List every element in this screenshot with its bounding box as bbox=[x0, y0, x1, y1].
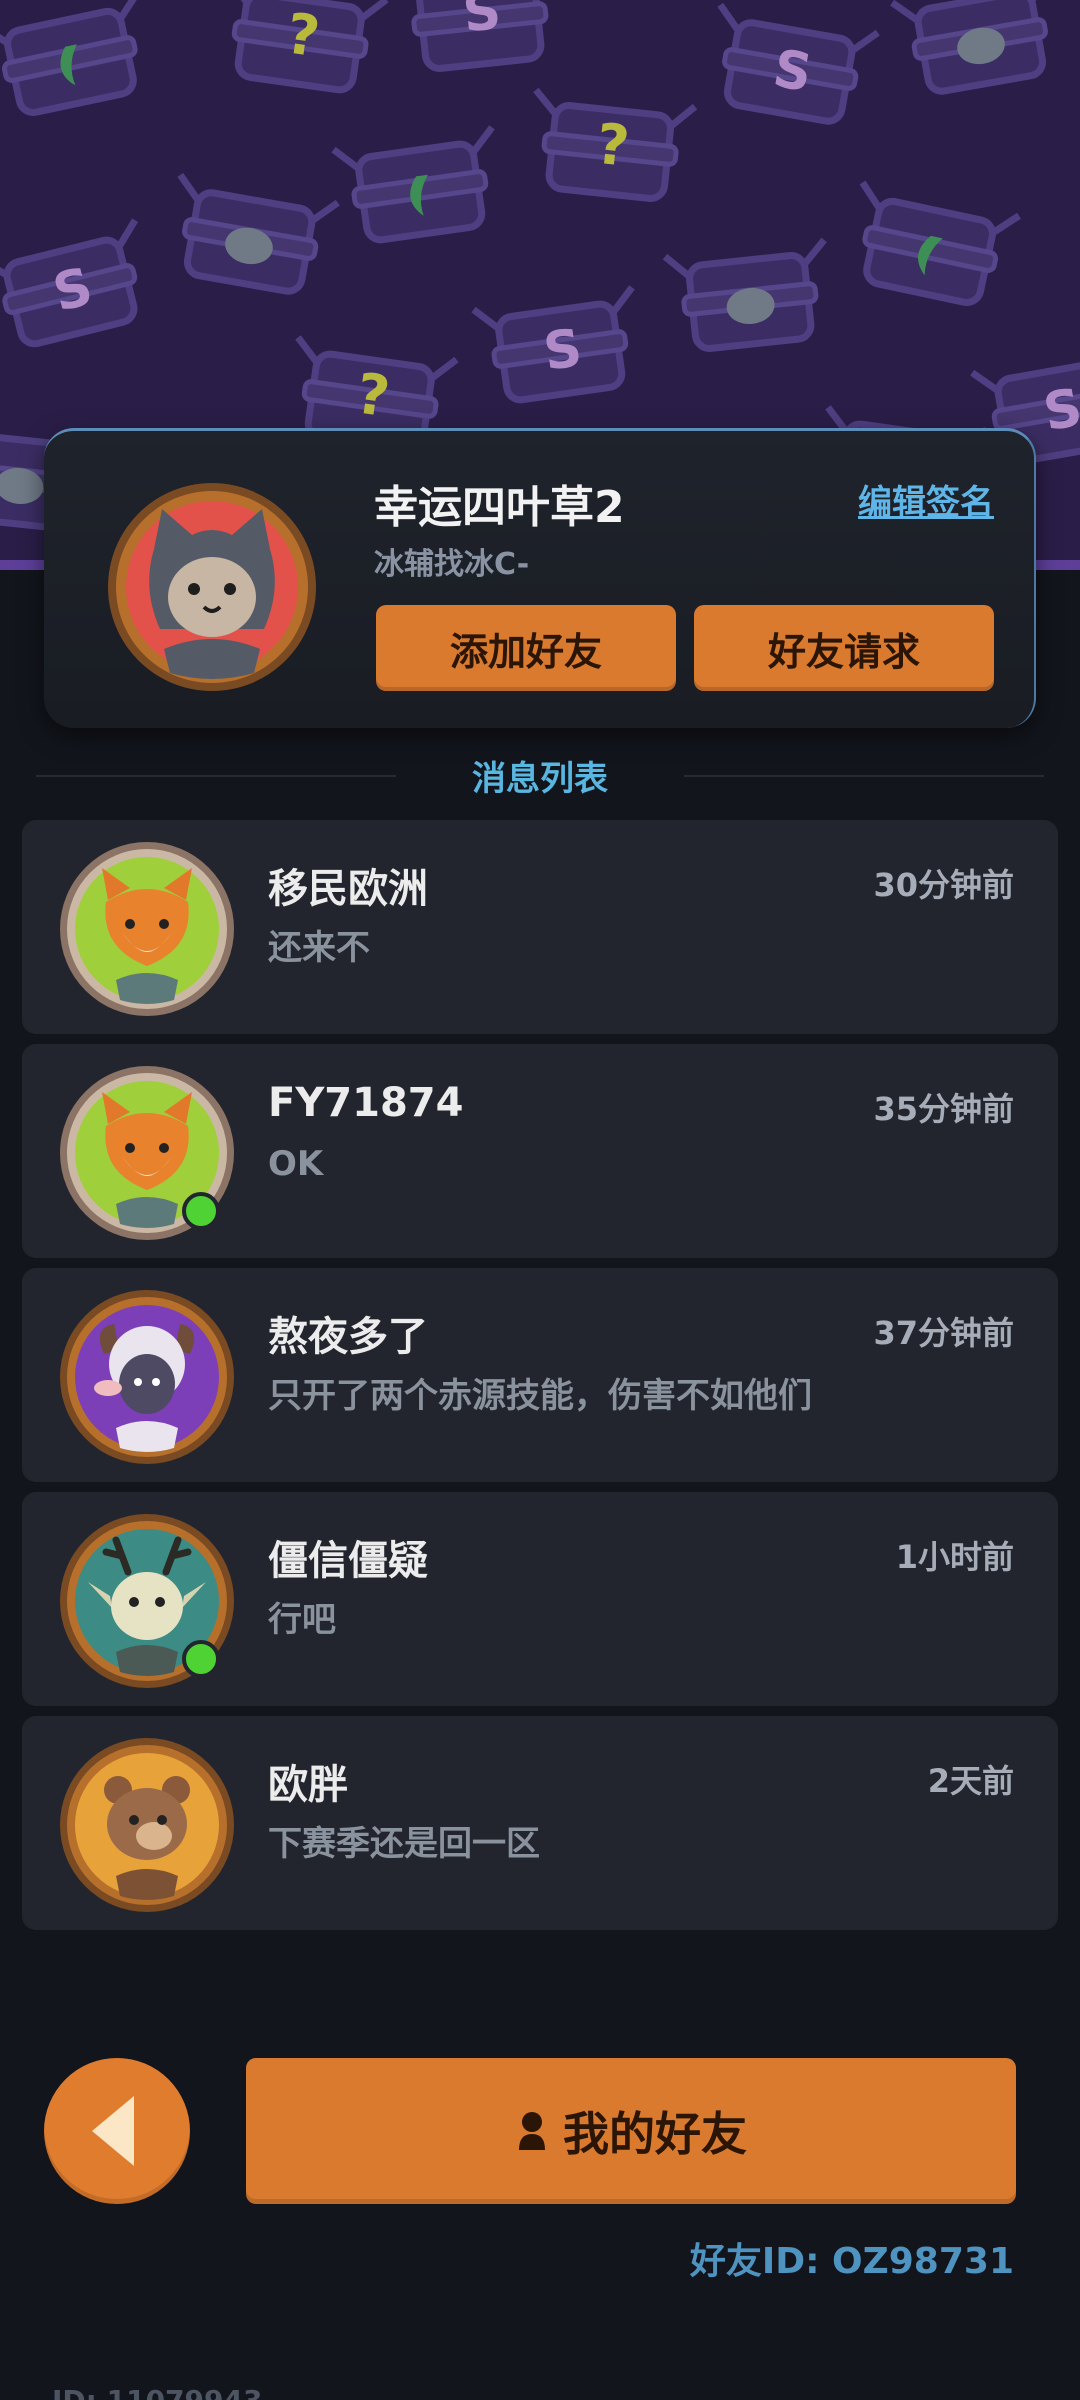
message-preview: 下赛季还是回一区 bbox=[268, 1824, 540, 1864]
profile-signature: 冰辅找冰C- bbox=[374, 547, 530, 582]
message-sender-name: 僵信僵疑 bbox=[268, 1538, 428, 1584]
message-sender-name: 移民欧洲 bbox=[268, 866, 428, 912]
online-status-dot bbox=[182, 1192, 220, 1230]
message-time: 30分钟前 bbox=[873, 866, 1014, 904]
message-sender-name: 熬夜多了 bbox=[268, 1314, 428, 1360]
message-time: 35分钟前 bbox=[873, 1090, 1014, 1128]
message-list-item[interactable]: 移民欧洲 30分钟前 还来不 bbox=[22, 820, 1058, 1034]
add-friend-button[interactable]: 添加好友 bbox=[376, 605, 676, 691]
friend-id-text: 好友ID: OZ98731 bbox=[689, 2241, 1014, 2282]
message-time: 1小时前 bbox=[895, 1538, 1014, 1576]
back-arrow-icon bbox=[92, 2096, 134, 2166]
back-button[interactable] bbox=[44, 2058, 190, 2204]
message-avatar[interactable] bbox=[58, 1288, 236, 1466]
message-sender-name: 欧胖 bbox=[268, 1762, 348, 1808]
my-friends-label: 我的好友 bbox=[563, 2107, 747, 2161]
my-friends-button[interactable]: 我的好友 bbox=[246, 2058, 1016, 2204]
message-preview: 只开了两个赤源技能，伤害不如他们 bbox=[268, 1376, 812, 1416]
person-icon bbox=[519, 2112, 545, 2150]
edit-signature-link[interactable]: 编辑签名 bbox=[858, 475, 994, 524]
message-preview: 还来不 bbox=[268, 928, 370, 968]
message-avatar[interactable] bbox=[58, 1736, 236, 1914]
message-list-item[interactable]: FY71874 35分钟前 OK bbox=[22, 1044, 1058, 1258]
message-list-header: 消息列表 bbox=[0, 745, 1080, 805]
friend-request-button[interactable]: 好友请求 bbox=[694, 605, 994, 691]
message-preview: 行吧 bbox=[268, 1600, 336, 1640]
cat-hood-avatar-icon bbox=[108, 483, 316, 691]
svg-text:?: ? bbox=[593, 112, 632, 180]
divider-right bbox=[684, 775, 1044, 777]
bear-avatar-icon bbox=[60, 1738, 234, 1912]
user-id-text: ID: 11079943 bbox=[52, 2384, 262, 2400]
profile-card: 幸运四叶草2 编辑签名 冰辅找冰C- 添加好友 好友请求 bbox=[44, 428, 1036, 728]
message-time: 2天前 bbox=[927, 1762, 1014, 1800]
message-time: 37分钟前 bbox=[873, 1314, 1014, 1352]
online-status-dot bbox=[182, 1640, 220, 1678]
svg-text:S: S bbox=[460, 0, 504, 45]
message-avatar[interactable] bbox=[58, 840, 236, 1018]
message-list-item[interactable]: 熬夜多了 37分钟前 只开了两个赤源技能，伤害不如他们 bbox=[22, 1268, 1058, 1482]
message-preview: OK bbox=[268, 1144, 324, 1184]
message-list-item[interactable]: 僵信僵疑 1小时前 行吧 bbox=[22, 1492, 1058, 1706]
sheep-avatar-icon bbox=[60, 1290, 234, 1464]
profile-avatar[interactable] bbox=[104, 479, 320, 695]
profile-name: 幸运四叶草2 bbox=[374, 482, 625, 533]
message-list-item[interactable]: 欧胖 2天前 下赛季还是回一区 bbox=[22, 1716, 1058, 1930]
fox-avatar-icon bbox=[60, 842, 234, 1016]
message-sender-name: FY71874 bbox=[268, 1080, 464, 1126]
